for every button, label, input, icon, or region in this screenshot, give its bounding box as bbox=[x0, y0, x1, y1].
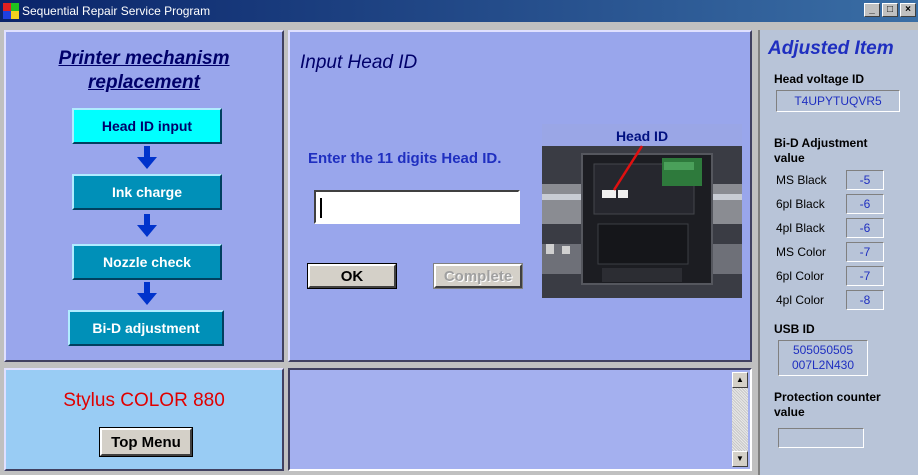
scroll-down-button[interactable]: ▼ bbox=[732, 451, 748, 467]
step-nozzle-check[interactable]: Nozzle check bbox=[72, 244, 222, 280]
message-panel: ▲ ▼ bbox=[288, 368, 752, 471]
bid-row-name: MS Color bbox=[776, 245, 827, 259]
top-menu-label: Top Menu bbox=[111, 433, 181, 451]
maximize-button[interactable]: □ bbox=[882, 3, 898, 17]
bid-row: MS Color -7 bbox=[776, 242, 896, 264]
flow-arrow-1 bbox=[137, 146, 157, 170]
step-head-id-input[interactable]: Head ID input bbox=[72, 108, 222, 144]
model-panel: Stylus COLOR 880 Top Menu bbox=[4, 368, 284, 471]
title-bar: Sequential Repair Service Program _ □ × bbox=[0, 0, 918, 22]
step-label: Bi-D adjustment bbox=[92, 320, 200, 336]
bid-row: 4pl Color -8 bbox=[776, 290, 896, 312]
adjusted-panel: Adjusted Item Head voltage ID T4UPYTUQVR… bbox=[758, 30, 918, 475]
bid-row: 6pl Black -6 bbox=[776, 194, 896, 216]
ok-label: OK bbox=[340, 267, 364, 285]
app-icon bbox=[3, 3, 19, 19]
photo-label: Head ID bbox=[615, 128, 669, 144]
step-label: Head ID input bbox=[101, 118, 193, 134]
bid-row-value: -7 bbox=[846, 242, 884, 262]
print-head-photo: Head ID bbox=[542, 124, 742, 298]
head-voltage-value: T4UPYTUQVR5 bbox=[776, 90, 900, 112]
protection-counter-value bbox=[778, 428, 864, 448]
bid-row-name: 4pl Color bbox=[776, 293, 825, 307]
scroll-up-button[interactable]: ▲ bbox=[732, 372, 748, 388]
print-head-image bbox=[542, 124, 742, 298]
bid-row-value: -8 bbox=[846, 290, 884, 310]
bid-row-name: 4pl Black bbox=[776, 221, 825, 235]
top-menu-button[interactable]: Top Menu bbox=[99, 427, 193, 457]
flow-arrow-2 bbox=[137, 214, 157, 238]
bid-row-name: 6pl Color bbox=[776, 269, 825, 283]
section-title: Input Head ID bbox=[300, 52, 418, 73]
head-id-prompt: Enter the 11 digits Head ID. bbox=[308, 150, 502, 167]
bid-row-value: -5 bbox=[846, 170, 884, 190]
step-label: Nozzle check bbox=[103, 254, 191, 270]
step-label: Ink charge bbox=[111, 184, 183, 200]
step-ink-charge[interactable]: Ink charge bbox=[72, 174, 222, 210]
bid-row-name: MS Black bbox=[776, 173, 827, 187]
bid-label-line1: Bi-D Adjustment bbox=[774, 136, 868, 150]
head-id-input[interactable] bbox=[314, 190, 520, 224]
bid-row: 6pl Color -7 bbox=[776, 266, 896, 288]
flow-arrow-3 bbox=[137, 282, 157, 306]
usb-id-value: 505050505 007L2N430 bbox=[778, 340, 868, 376]
bid-row-name: 6pl Black bbox=[776, 197, 825, 211]
complete-button[interactable]: Complete bbox=[433, 263, 523, 289]
model-name: Stylus COLOR 880 bbox=[63, 390, 225, 411]
bid-row-value: -6 bbox=[846, 218, 884, 238]
ok-button[interactable]: OK bbox=[307, 263, 397, 289]
bid-row-value: -7 bbox=[846, 266, 884, 286]
protection-label-line2: value bbox=[774, 405, 805, 419]
bid-label-line2: value bbox=[774, 151, 805, 165]
usb-id-line1: 505050505 bbox=[792, 343, 854, 357]
usb-id-label: USB ID bbox=[774, 322, 815, 336]
adjusted-title: Adjusted Item bbox=[768, 38, 894, 59]
bid-row: 4pl Black -6 bbox=[776, 218, 896, 240]
flow-title-line1: Printer mechanism bbox=[58, 48, 230, 69]
text-caret bbox=[320, 198, 322, 218]
message-scrollbar[interactable]: ▲ ▼ bbox=[732, 372, 748, 467]
head-voltage-label: Head voltage ID bbox=[774, 72, 865, 86]
flow-title-line2: replacement bbox=[88, 72, 200, 93]
usb-id-line2: 007L2N430 bbox=[791, 358, 855, 372]
flow-panel: Printer mechanism replacement Head ID in… bbox=[4, 30, 284, 362]
minimize-button[interactable]: _ bbox=[864, 3, 880, 17]
step-bi-d-adjustment[interactable]: Bi-D adjustment bbox=[68, 310, 224, 346]
bid-row: MS Black -5 bbox=[776, 170, 896, 192]
close-button[interactable]: × bbox=[900, 3, 916, 17]
window-title: Sequential Repair Service Program bbox=[22, 4, 211, 18]
complete-label: Complete bbox=[443, 267, 513, 285]
input-panel: Input Head ID Enter the 11 digits Head I… bbox=[288, 30, 752, 362]
bid-row-value: -6 bbox=[846, 194, 884, 214]
protection-label-line1: Protection counter bbox=[774, 390, 881, 404]
